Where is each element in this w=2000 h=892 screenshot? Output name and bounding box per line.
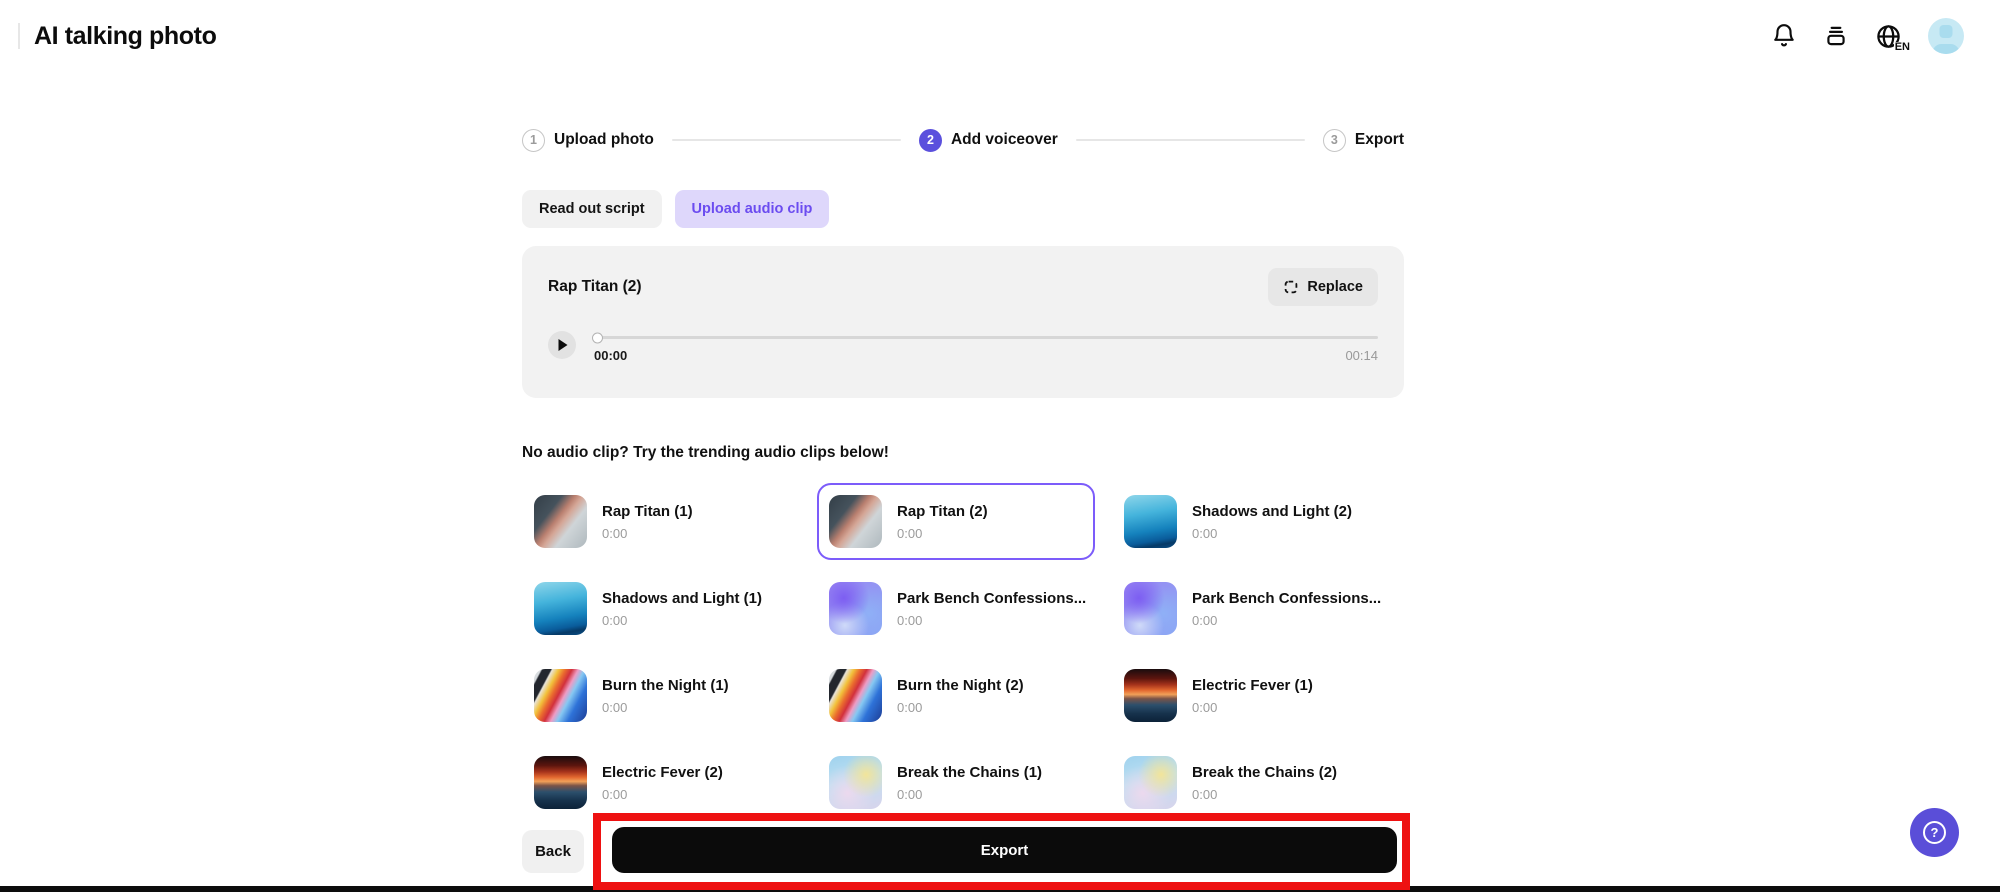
- export-button[interactable]: Export: [612, 827, 1397, 873]
- clip-duration: 0:00: [897, 786, 923, 802]
- step-label: Export: [1354, 131, 1404, 148]
- total-time: 00:14: [1345, 348, 1378, 363]
- title-divider: [18, 23, 20, 49]
- clip-artwork: [829, 756, 882, 809]
- page-title: AI talking photo: [34, 21, 217, 50]
- clip-duration: 0:00: [602, 786, 628, 802]
- slider-knob[interactable]: [592, 332, 603, 343]
- clip-artwork: [534, 582, 587, 635]
- audio-clip-card[interactable]: Burn the Night (2) 0:00: [817, 657, 1095, 734]
- back-button[interactable]: Back: [522, 830, 584, 873]
- header-icons: EN: [1771, 0, 1964, 72]
- clip-artwork: [1124, 582, 1177, 635]
- stack-icon[interactable]: [1823, 23, 1849, 49]
- clip-artwork: [829, 495, 882, 548]
- audio-clip-card[interactable]: Electric Fever (1) 0:00: [1112, 657, 1390, 734]
- clip-title: Burn the Night (2): [897, 676, 1024, 694]
- clip-duration: 0:00: [1192, 612, 1218, 628]
- clip-title: Break the Chains (2): [1192, 763, 1338, 781]
- audio-clip-card[interactable]: Break the Chains (1) 0:00: [817, 744, 1095, 821]
- clip-title: Burn the Night (1): [602, 676, 729, 694]
- clip-duration: 0:00: [897, 525, 923, 541]
- clip-title: Shadows and Light (1): [602, 589, 762, 607]
- language-globe-icon[interactable]: EN: [1875, 23, 1910, 53]
- clip-title: Rap Titan (2): [897, 502, 988, 520]
- clip-duration: 0:00: [1192, 525, 1218, 541]
- clip-duration: 0:00: [602, 525, 628, 541]
- stepper-connector: [1075, 139, 1305, 141]
- language-label: EN: [1893, 40, 1910, 53]
- step-upload-photo[interactable]: 1 Upload photo: [522, 128, 654, 152]
- clip-title: Rap Titan (1): [602, 502, 693, 520]
- step-label: Add voiceover: [950, 131, 1058, 148]
- replace-icon: [1283, 279, 1299, 295]
- clip-artwork: [1124, 669, 1177, 722]
- clip-duration: 0:00: [897, 699, 923, 715]
- voiceover-tabs: Read out script Upload audio clip: [522, 190, 830, 228]
- step-number: 2: [918, 128, 942, 152]
- step-label: Upload photo: [554, 131, 654, 148]
- play-button[interactable]: [548, 331, 576, 359]
- audio-clip-card[interactable]: Shadows and Light (1) 0:00: [522, 570, 800, 647]
- header: AI talking photo: [18, 0, 2000, 72]
- step-add-voiceover[interactable]: 2 Add voiceover: [918, 128, 1058, 152]
- bottom-black-bar: [0, 886, 2000, 892]
- slider-track[interactable]: [592, 332, 1378, 343]
- audio-slider: 00:00 00:14: [592, 330, 1378, 363]
- audio-clip-card[interactable]: Shadows and Light (2) 0:00: [1112, 483, 1390, 560]
- stepper-connector: [671, 139, 901, 141]
- step-number: 1: [522, 128, 545, 152]
- clip-title: Electric Fever (1): [1192, 676, 1313, 694]
- audio-clip-card[interactable]: Break the Chains (2) 0:00: [1112, 744, 1390, 821]
- audio-title: Rap Titan (2): [548, 278, 642, 295]
- replace-button[interactable]: Replace: [1268, 268, 1378, 306]
- tab-read-out-script[interactable]: Read out script: [522, 190, 662, 228]
- clip-duration: 0:00: [602, 699, 628, 715]
- avatar[interactable]: [1928, 18, 1964, 54]
- help-button[interactable]: ?: [1910, 808, 1959, 857]
- clip-artwork: [1124, 495, 1177, 548]
- audio-player-card: Rap Titan (2) Replace 00:00 00:14: [522, 246, 1404, 398]
- audio-clip-card[interactable]: Park Bench Confessions... 0:00: [817, 570, 1095, 647]
- clip-title: Electric Fever (2): [602, 763, 723, 781]
- audio-clip-card[interactable]: Electric Fever (2) 0:00: [522, 744, 800, 821]
- clip-duration: 0:00: [1192, 699, 1218, 715]
- clip-artwork: [534, 669, 587, 722]
- audio-clip-card[interactable]: Park Bench Confessions... 0:00: [1112, 570, 1390, 647]
- play-icon: [558, 339, 567, 351]
- clip-artwork: [534, 495, 587, 548]
- stepper: 1 Upload photo 2 Add voiceover 3 Export: [522, 118, 1404, 162]
- clip-title: Break the Chains (1): [897, 763, 1043, 781]
- clip-title: Park Bench Confessions...: [897, 589, 1087, 607]
- step-export[interactable]: 3 Export: [1322, 128, 1404, 152]
- audio-clip-card[interactable]: Rap Titan (1) 0:00: [522, 483, 800, 560]
- tab-upload-audio-clip[interactable]: Upload audio clip: [674, 190, 830, 228]
- page: AI talking photo EN 1 Upload photo 2 Add…: [0, 0, 2000, 892]
- clip-artwork: [829, 582, 882, 635]
- current-time: 00:00: [594, 348, 628, 363]
- audio-clip-card[interactable]: Rap Titan (2) 0:00: [817, 483, 1095, 560]
- trending-grid: Rap Titan (1) 0:00 Rap Titan (2) 0:00 Sh…: [522, 483, 1404, 821]
- trending-heading: No audio clip? Try the trending audio cl…: [522, 444, 889, 461]
- clip-artwork: [1124, 756, 1177, 809]
- clip-artwork: [829, 669, 882, 722]
- replace-label: Replace: [1307, 279, 1363, 295]
- clip-duration: 0:00: [1192, 786, 1218, 802]
- clip-title: Shadows and Light (2): [1192, 502, 1352, 520]
- clip-duration: 0:00: [602, 612, 628, 628]
- step-number: 3: [1322, 128, 1346, 152]
- notification-bell-icon[interactable]: [1771, 23, 1797, 49]
- audio-clip-card[interactable]: Burn the Night (1) 0:00: [522, 657, 800, 734]
- clip-duration: 0:00: [897, 612, 923, 628]
- clip-artwork: [534, 756, 587, 809]
- clip-title: Park Bench Confessions...: [1192, 589, 1382, 607]
- question-mark-icon: ?: [1923, 821, 1946, 844]
